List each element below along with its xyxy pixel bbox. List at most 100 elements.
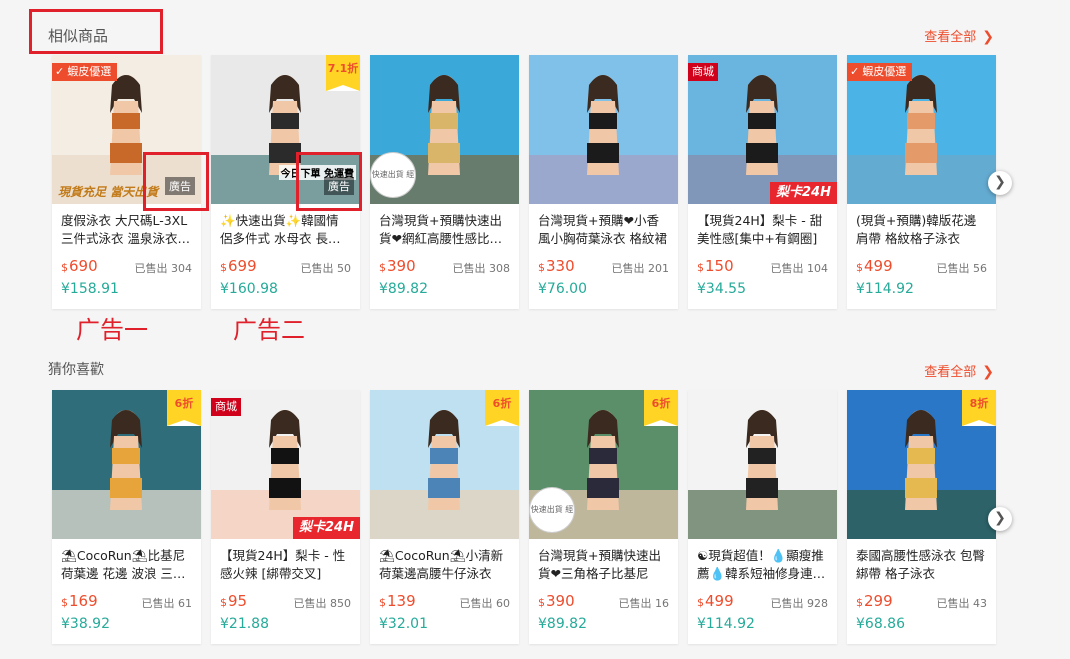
carousel-next-similar[interactable]: ❯ <box>988 171 1012 195</box>
price-currency: $ <box>697 261 704 274</box>
sold-count: 已售出 56 <box>936 262 988 275</box>
product-name[interactable]: ✨快速出貨✨韓國情侶多件式 水母衣 長袖防曬 <box>220 212 351 248</box>
sold-count: 已售出 50 <box>300 262 352 275</box>
image-caption-strip: 梨卡24H <box>770 182 837 204</box>
figure-body <box>905 436 937 510</box>
product-card[interactable]: 6折 ⛱CocoRun⛱小清新荷葉邊高腰牛仔泳衣 $139 已售出 60 ¥32.01 <box>370 390 519 644</box>
product-card[interactable]: 商城 梨卡24H 【現貨24H】梨卡 - 性感火辣 [綁帶交叉] $95 已售出 850… <box>211 390 360 644</box>
product-card[interactable]: 台灣現貨+預購❤小香風小胸荷葉泳衣 格紋裙 $330 已售出 201 ¥76.00 <box>529 55 678 309</box>
converted-price: ¥34.55 <box>697 281 746 297</box>
price-value: 150 <box>705 257 734 275</box>
preferred-badge-label: 蝦皮優選 <box>862 65 907 78</box>
price-value: 139 <box>387 592 416 610</box>
annotation-ad-1: 广告一 <box>76 316 148 344</box>
swimsuit-bottom <box>746 143 778 163</box>
product-price: $299 <box>856 592 893 610</box>
mall-badge: 商城 <box>688 63 718 81</box>
converted-price: ¥21.88 <box>220 616 269 632</box>
product-price: $690 <box>61 257 98 275</box>
product-name[interactable]: 【現貨24H】梨卡 - 性感火辣 [綁帶交叉] <box>220 547 351 583</box>
product-thumbnail[interactable]: ✓ 蝦皮優選 <box>847 55 996 204</box>
product-card[interactable]: ☯現貨超值！💧顯瘦推薦💧韓系短袖修身連身泳衣 $499 已售出 928 ¥114.92 <box>688 390 837 644</box>
converted-price: ¥114.92 <box>697 616 755 632</box>
swimsuit-top <box>748 448 776 464</box>
product-price: $499 <box>856 257 893 275</box>
price-currency: $ <box>538 596 545 609</box>
product-thumbnail[interactable]: 8折 <box>847 390 996 539</box>
product-price: $139 <box>379 592 416 610</box>
see-all-similar-link[interactable]: 查看全部 ❯ <box>924 26 994 45</box>
preferred-badge: ✓ 蝦皮優選 <box>847 63 913 81</box>
sold-count: 已售出 43 <box>936 597 988 610</box>
product-card[interactable]: ✓ 蝦皮優選 (現貨+預購)韓版花邊肩帶 格紋格子泳衣 $499 已售出 56 ¥114.… <box>847 55 996 309</box>
product-thumbnail[interactable]: 6折 <box>52 390 201 539</box>
check-icon: ✓ <box>55 65 65 78</box>
swimsuit-top <box>748 113 776 129</box>
product-name[interactable]: ☯現貨超值！💧顯瘦推薦💧韓系短袖修身連身泳衣 <box>697 547 828 583</box>
product-thumbnail[interactable]: 6折快速出貨 經典格紋 <box>529 390 678 539</box>
product-name[interactable]: 度假泳衣 大尺碼L-3XL 三件式泳衣 溫泉泳衣 性感泳衣 比基尼 <box>61 212 192 248</box>
discount-badge: 6折 <box>167 390 201 426</box>
price-currency: $ <box>697 596 704 609</box>
product-name[interactable]: ⛱CocoRun⛱小清新荷葉邊高腰牛仔泳衣 <box>379 547 510 583</box>
product-price: $699 <box>220 257 257 275</box>
figure-body <box>587 101 619 175</box>
swimsuit-bottom <box>905 143 937 163</box>
swimsuit-bottom <box>587 478 619 498</box>
price-value: 390 <box>387 257 416 275</box>
see-all-guess-link[interactable]: 查看全部 ❯ <box>924 361 994 380</box>
discount-badge: 6折 <box>644 390 678 426</box>
product-thumbnail[interactable]: 商城 梨卡24H <box>211 390 360 539</box>
price-currency: $ <box>856 596 863 609</box>
product-card[interactable]: 6折 ⛱CocoRun⛱比基尼荷葉邊 花邊 波浪 三件式 $169 已售出 61 ¥38… <box>52 390 201 644</box>
discount-badge: 8折 <box>962 390 996 426</box>
swimsuit-top <box>907 113 935 129</box>
product-name[interactable]: 泰國高腰性感泳衣 包臀 綁帶 格子泳衣 <box>856 547 987 583</box>
check-icon: ✓ <box>850 65 860 78</box>
converted-price: ¥89.82 <box>538 616 587 632</box>
figure-body <box>905 101 937 175</box>
product-price: $95 <box>220 592 247 610</box>
product-card[interactable]: 8折泰國高腰性感泳衣 包臀 綁帶 格子泳衣 $299 已售出 43 ¥68.86 <box>847 390 996 644</box>
sold-count: 已售出 201 <box>611 262 670 275</box>
converted-price: ¥38.92 <box>61 616 110 632</box>
product-thumbnail[interactable]: 商城梨卡24H <box>688 55 837 204</box>
price-value: 330 <box>546 257 575 275</box>
converted-price: ¥160.98 <box>220 281 278 297</box>
price-currency: $ <box>220 261 227 274</box>
preferred-badge: ✓ 蝦皮優選 <box>52 63 118 81</box>
product-name[interactable]: 【現貨24H】梨卡 - 甜美性感[集中+有鋼圈] <box>697 212 828 248</box>
swimsuit-top <box>112 448 140 464</box>
preferred-badge-label: 蝦皮優選 <box>67 65 112 78</box>
fast-shipping-stamp: 快速出貨 經典格紋 <box>370 152 416 198</box>
product-thumbnail[interactable] <box>529 55 678 204</box>
product-name[interactable]: 台灣現貨+預購快速出貨❤網紅高腰性感比基尼 <box>379 212 510 248</box>
chevron-right-icon: ❯ <box>982 29 994 45</box>
chevron-right-icon: ❯ <box>982 364 994 380</box>
product-name[interactable]: 台灣現貨+預購快速出貨❤三角格子比基尼 <box>538 547 669 583</box>
swimsuit-top <box>430 113 458 129</box>
product-thumbnail[interactable]: 6折 <box>370 390 519 539</box>
figure-body <box>269 436 301 510</box>
product-thumbnail[interactable]: 快速出貨 經典格紋 <box>370 55 519 204</box>
carousel-next-guess[interactable]: ❯ <box>988 507 1012 531</box>
converted-price: ¥68.86 <box>856 616 905 632</box>
product-price: $499 <box>697 592 734 610</box>
figure-body <box>110 436 142 510</box>
chevron-right-icon: ❯ <box>994 174 1006 190</box>
swimsuit-bottom <box>746 478 778 498</box>
product-name[interactable]: ⛱CocoRun⛱比基尼荷葉邊 花邊 波浪 三件式 <box>61 547 192 583</box>
section-title-guess: 猜你喜歡 <box>48 362 104 378</box>
product-thumbnail[interactable] <box>688 390 837 539</box>
price-currency: $ <box>61 596 68 609</box>
product-name[interactable]: (現貨+預購)韓版花邊肩帶 格紋格子泳衣 <box>856 212 987 248</box>
product-price: $390 <box>538 592 575 610</box>
product-card[interactable]: 快速出貨 經典格紋台灣現貨+預購快速出貨❤網紅高腰性感比基尼 $390 已售出 30… <box>370 55 519 309</box>
product-card[interactable]: 6折快速出貨 經典格紋台灣現貨+預購快速出貨❤三角格子比基尼 $390 已售出 16… <box>529 390 678 644</box>
product-name[interactable]: 台灣現貨+預購❤小香風小胸荷葉泳衣 格紋裙 <box>538 212 669 248</box>
figure-body <box>746 101 778 175</box>
mall-badge: 商城 <box>211 398 241 416</box>
converted-price: ¥114.92 <box>856 281 914 297</box>
product-card[interactable]: 商城 梨卡24H 【現貨24H】梨卡 - 甜美性感[集中+有鋼圈] $150 已售出 1… <box>688 55 837 309</box>
price-value: 169 <box>69 592 98 610</box>
